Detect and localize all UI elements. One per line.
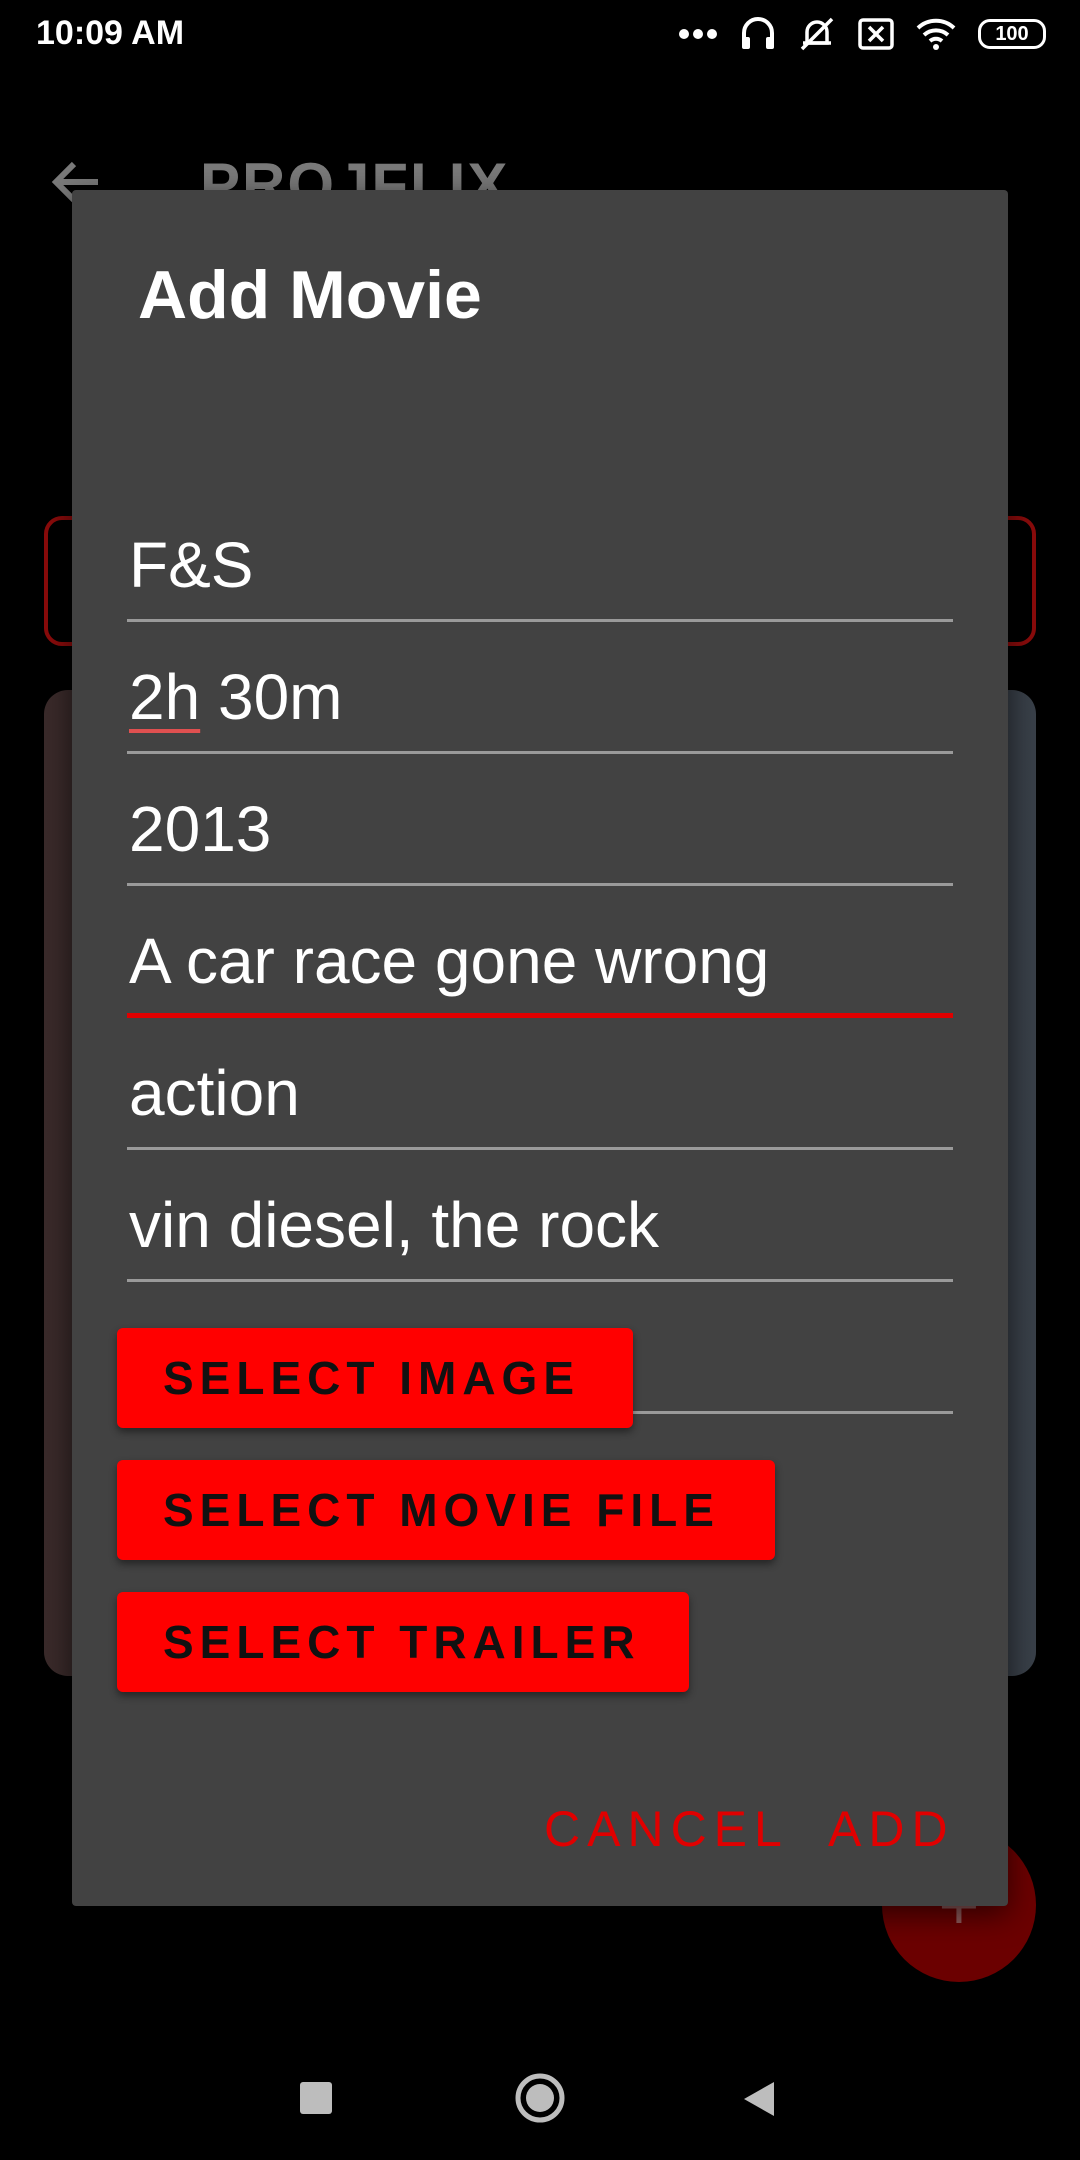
duration-field[interactable]: 2h 30m [127,622,953,754]
more-notifications-icon [679,29,717,39]
select-trailer-button[interactable]: SELECT TRAILER [117,1592,689,1692]
genre-field[interactable]: action [127,1018,953,1150]
sim-off-icon [858,18,894,50]
movie-name-value: F&S [129,529,254,601]
battery-icon: 100 [978,19,1046,49]
cancel-button[interactable]: CANCEL [544,1800,789,1858]
navigation-bar [0,2040,1080,2160]
spellcheck-word: 2h [129,661,201,733]
dialog-title: Add Movie [138,257,482,333]
genre-value: action [129,1057,300,1129]
back-icon[interactable] [742,2080,776,2118]
bell-muted-icon [800,17,834,51]
home-icon[interactable] [514,2072,566,2124]
headset-icon [742,17,774,49]
recents-icon[interactable] [298,2080,334,2116]
status-bar: 10:09 AM 100 [0,0,1080,70]
status-time: 10:09 AM [36,14,185,52]
status-icons: 100 [678,14,1046,54]
actors-field[interactable]: vin diesel, the rock [127,1150,953,1282]
select-image-button[interactable]: SELECT IMAGE [117,1328,633,1428]
duration-value: 2h 30m [129,660,342,734]
duration-value-rest: 30m [200,661,343,733]
year-field[interactable]: 2013 [127,754,953,886]
add-movie-dialog: Add Movie F&S 2h 30m 2013 A car race gon… [72,190,1008,1906]
year-value: 2013 [129,793,272,865]
description-field[interactable]: A car race gone wrong [127,886,953,1018]
battery-level: 100 [995,22,1029,45]
description-value: A car race gone wrong [129,925,770,997]
movie-name-field[interactable]: F&S [127,490,953,622]
add-button[interactable]: ADD [828,1800,955,1858]
actors-value: vin diesel, the rock [129,1189,660,1261]
wifi-icon [916,18,956,50]
select-movie-file-button[interactable]: SELECT MOVIE FILE [117,1460,775,1560]
